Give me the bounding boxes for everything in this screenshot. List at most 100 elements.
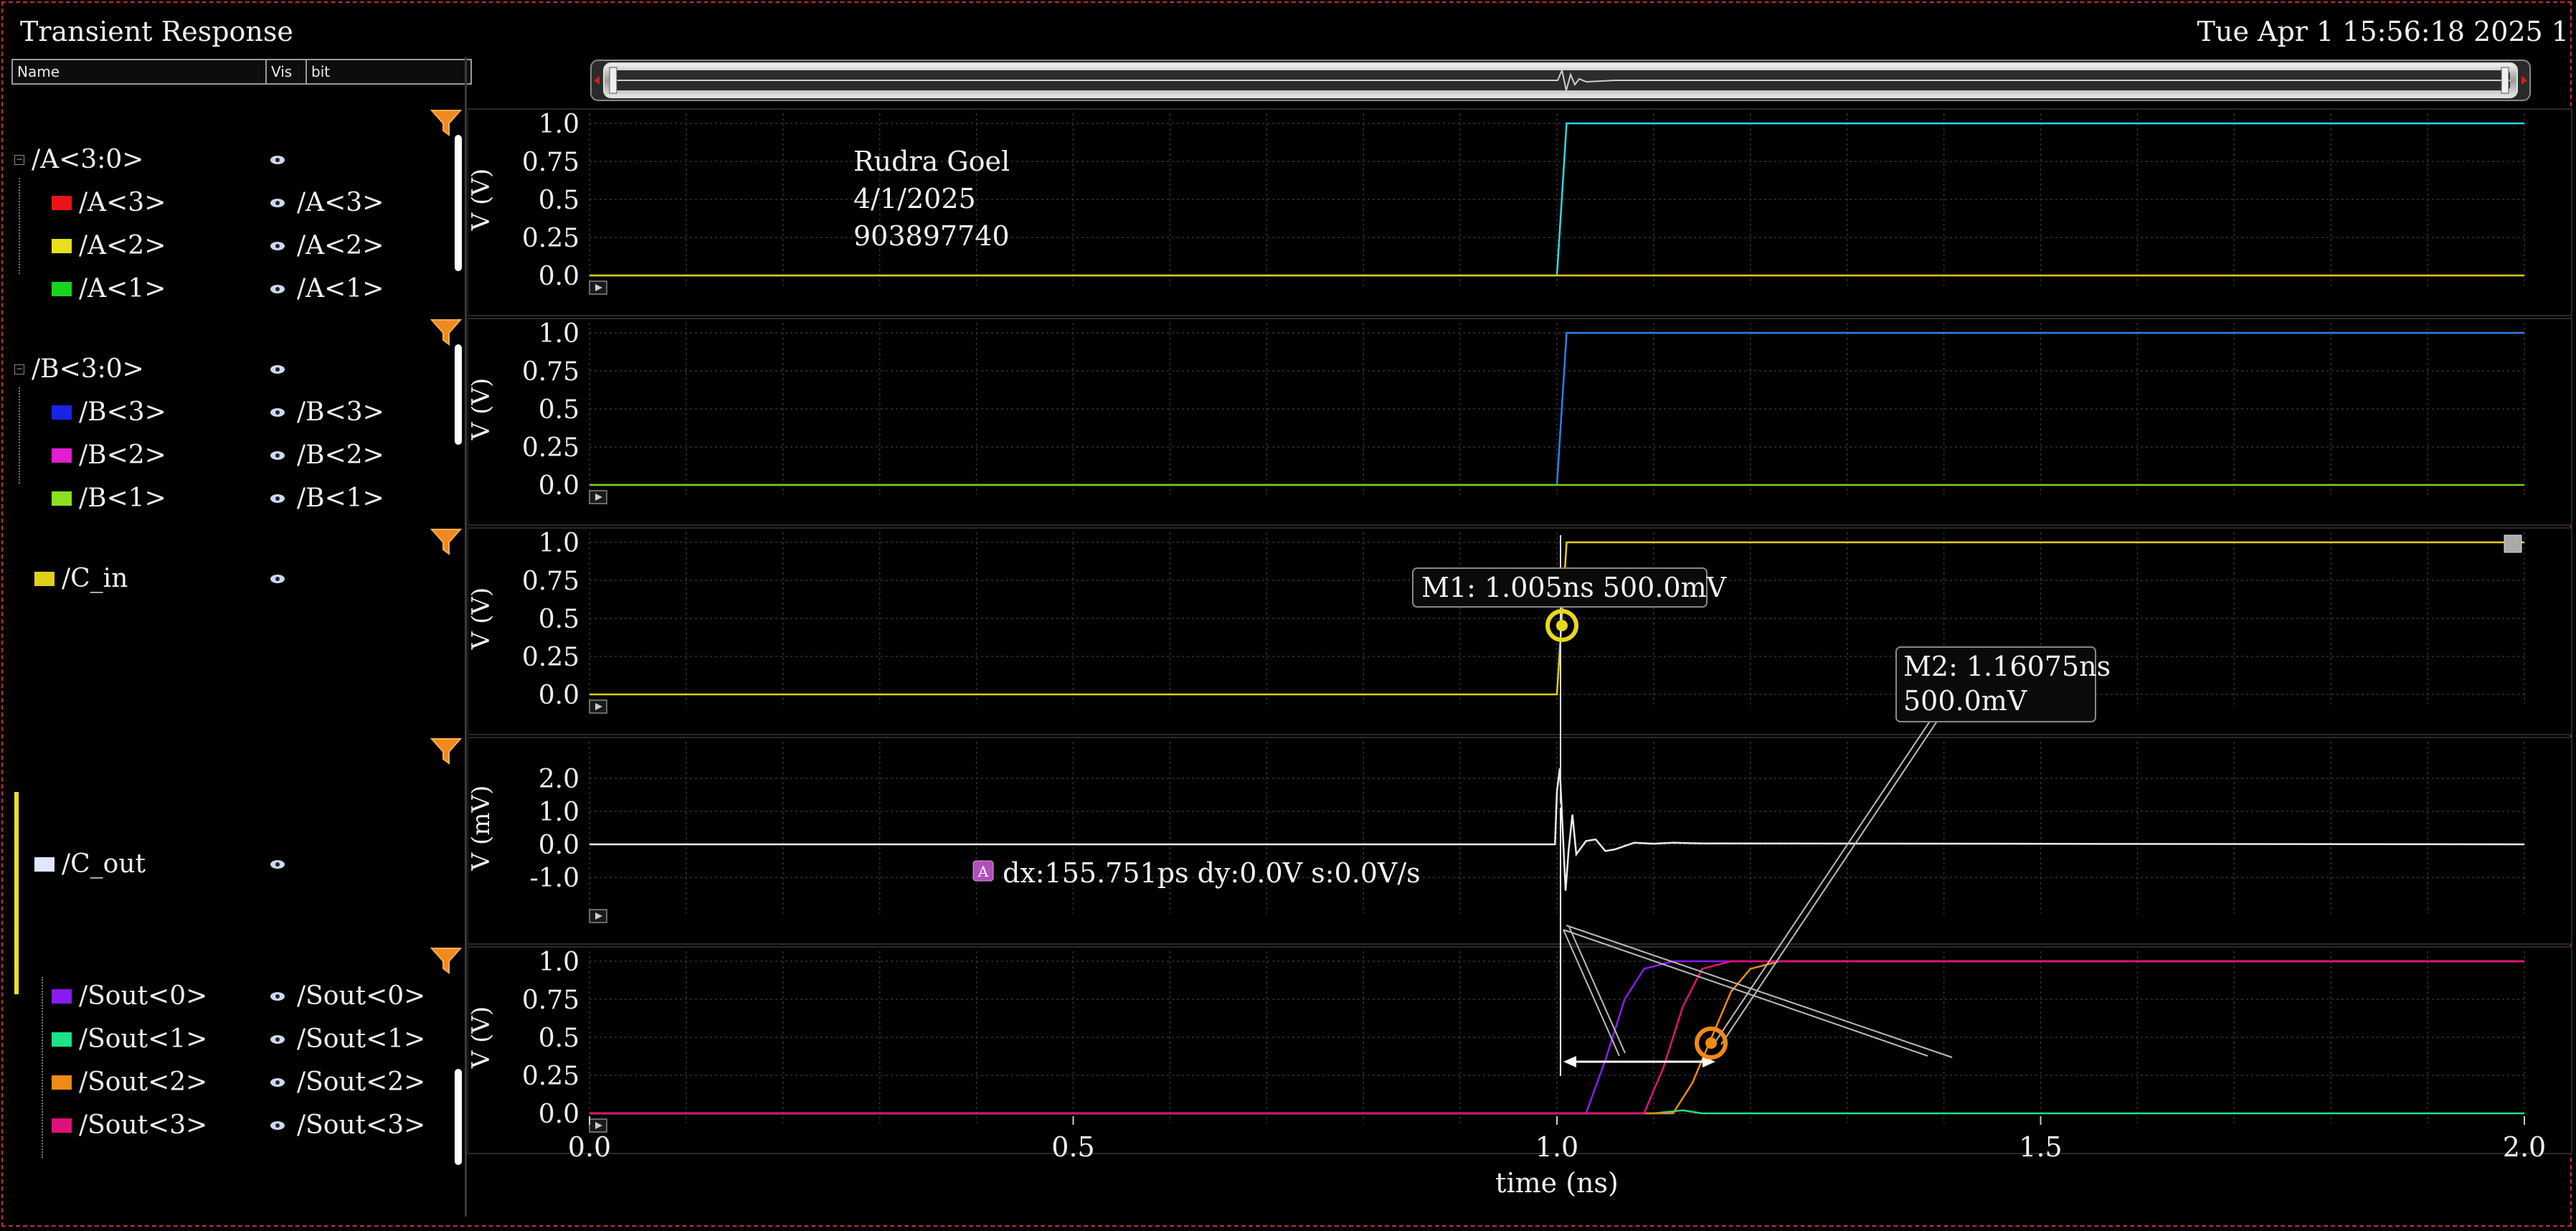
- signal-bit: /B<3>: [297, 397, 384, 427]
- signal-name: /A<3>: [79, 188, 166, 217]
- filter-icon[interactable]: [430, 319, 462, 346]
- visibility-eye-icon[interactable]: [270, 451, 285, 461]
- color-swatch: [52, 1118, 72, 1133]
- y-tick-label: 0.0: [539, 681, 579, 710]
- x-tick-label: 1.5: [2019, 1131, 2062, 1163]
- waveform-plot[interactable]: 1.0 0.75 0.5 0.25 0.0 V (V) 1.0 0.75 0.5 0.25 0.0 V…: [468, 57, 2573, 1227]
- color-swatch: [52, 448, 72, 463]
- collapse-icon[interactable]: −: [14, 364, 24, 374]
- y-tick-label: 0.75: [522, 986, 579, 1015]
- column-header-name[interactable]: Name: [11, 59, 267, 85]
- signal-row[interactable]: /Sout<3> /Sout<3>: [10, 1108, 463, 1143]
- signal-name: /A<1>: [79, 274, 166, 303]
- overview-scrollbar[interactable]: [590, 60, 2531, 101]
- visibility-eye-icon[interactable]: [270, 859, 285, 869]
- y-axis-label: V (mV): [468, 786, 496, 872]
- y-tick-label: 0.25: [522, 224, 579, 253]
- filter-icon[interactable]: [430, 737, 462, 765]
- color-swatch: [52, 1075, 72, 1090]
- signal-row[interactable]: /C_out: [10, 846, 463, 882]
- visibility-eye-icon[interactable]: [270, 364, 285, 374]
- group-row[interactable]: − /B<3:0>: [10, 352, 463, 387]
- signal-row[interactable]: /C_in: [10, 561, 463, 597]
- window-datetime: Tue Apr 1 15:56:18 2025 1: [2197, 16, 2569, 47]
- signal-name: /B<3:0>: [32, 354, 144, 384]
- signal-row[interactable]: /B<2> /B<2>: [10, 438, 463, 473]
- column-header-bit[interactable]: bit: [306, 59, 472, 85]
- y-axis-label: V (V): [468, 1006, 496, 1069]
- panel-handle-icon: [2504, 534, 2522, 553]
- window-title: Transient Response: [20, 16, 293, 47]
- signal-name: /C_in: [62, 564, 128, 593]
- y-tick-label: 1.0: [539, 798, 579, 827]
- signal-panel: Name Vis bit − /A<3:0> /A<3> /A<3> /A<2>…: [10, 57, 472, 1217]
- signal-bit: /A<1>: [297, 274, 384, 303]
- visibility-eye-icon[interactable]: [270, 407, 285, 418]
- y-tick-label: 0.25: [522, 643, 579, 672]
- y-tick-label: 0.5: [539, 1024, 579, 1053]
- signal-name: /Sout<0>: [79, 981, 208, 1011]
- signal-bit: /Sout<3>: [297, 1110, 426, 1140]
- y-tick-label: 0.0: [539, 471, 579, 501]
- visibility-eye-icon[interactable]: [270, 241, 285, 251]
- visibility-eye-icon[interactable]: [270, 1077, 285, 1088]
- group-row[interactable]: − /A<3:0>: [10, 142, 463, 178]
- subplot-4: 1.0 0.75 0.5 0.25 0.0 V (V): [468, 946, 2572, 1154]
- visibility-eye-icon[interactable]: [270, 1121, 285, 1131]
- color-swatch: [52, 239, 72, 253]
- subplot-1: 1.0 0.75 0.5 0.25 0.0 V (V): [468, 318, 2572, 526]
- x-tick-label: 0.0: [568, 1131, 611, 1163]
- y-tick-label: 0.25: [522, 433, 579, 463]
- signal-name: /A<2>: [79, 231, 166, 260]
- y-tick-label: 0.5: [539, 605, 579, 634]
- visibility-eye-icon[interactable]: [270, 155, 285, 165]
- signal-bit: /B<2>: [297, 440, 384, 470]
- panel-divider[interactable]: [465, 57, 467, 1217]
- x-axis-label: time (ns): [1495, 1167, 1619, 1199]
- filter-icon[interactable]: [430, 109, 462, 136]
- signal-bit: /B<1>: [297, 484, 384, 513]
- y-tick-label: 0.75: [522, 357, 579, 387]
- signal-row[interactable]: /B<3> /B<3>: [10, 395, 463, 430]
- signal-bit: /Sout<1>: [297, 1024, 426, 1054]
- signal-row[interactable]: /B<1> /B<1>: [10, 481, 463, 517]
- signal-row[interactable]: /A<1> /A<1>: [10, 271, 463, 307]
- collapse-icon[interactable]: −: [14, 155, 24, 165]
- visibility-eye-icon[interactable]: [270, 198, 285, 208]
- annotation-author: Rudra Goel: [853, 146, 1010, 177]
- signal-row[interactable]: /Sout<0> /Sout<0>: [10, 978, 463, 1014]
- visibility-eye-icon[interactable]: [270, 1034, 285, 1044]
- y-tick-label: 0.0: [539, 1100, 579, 1129]
- y-tick-label: 0.75: [522, 567, 579, 596]
- visibility-eye-icon[interactable]: [270, 991, 285, 1001]
- y-tick-label: 0.5: [539, 395, 579, 425]
- signal-name: /B<2>: [79, 440, 166, 470]
- y-tick-label: 1.0: [539, 529, 579, 558]
- y-tick-label: 1.0: [539, 319, 579, 349]
- color-swatch: [34, 857, 55, 872]
- y-axis-label: V (V): [468, 169, 496, 231]
- visibility-eye-icon[interactable]: [270, 574, 285, 584]
- y-tick-label: 0.75: [522, 148, 579, 177]
- signal-bit: /A<3>: [297, 188, 384, 217]
- visibility-eye-icon[interactable]: [270, 494, 285, 504]
- color-swatch: [52, 196, 72, 210]
- x-tick-label: 0.5: [1051, 1131, 1094, 1163]
- visibility-eye-icon[interactable]: [270, 284, 285, 294]
- annotation-id: 903897740: [853, 220, 1010, 252]
- subplot-stack: 1.0 0.75 0.5 0.25 0.0 V (V) 1.0 0.75 0.5 0.25 0.0 V…: [468, 108, 2572, 1154]
- annotation-date: 4/1/2025: [853, 183, 976, 214]
- marker-m2-label-line1: M2: 1.16075ns: [1903, 651, 2111, 682]
- signal-row[interactable]: /Sout<1> /Sout<1>: [10, 1022, 463, 1057]
- signal-row[interactable]: /A<2> /A<2>: [10, 228, 463, 264]
- signal-bit: /Sout<2>: [297, 1067, 426, 1097]
- filter-icon[interactable]: [430, 947, 462, 974]
- signal-bit: /Sout<0>: [297, 981, 426, 1011]
- signal-name: /B<3>: [79, 397, 166, 427]
- filter-icon[interactable]: [430, 528, 462, 555]
- x-tick-label: 1.0: [1535, 1131, 1578, 1163]
- signal-row[interactable]: /Sout<2> /Sout<2>: [10, 1065, 463, 1100]
- y-tick-label: 0.0: [539, 262, 579, 291]
- signal-row[interactable]: /A<3> /A<3>: [10, 185, 463, 221]
- column-header-vis[interactable]: Vis: [265, 59, 307, 85]
